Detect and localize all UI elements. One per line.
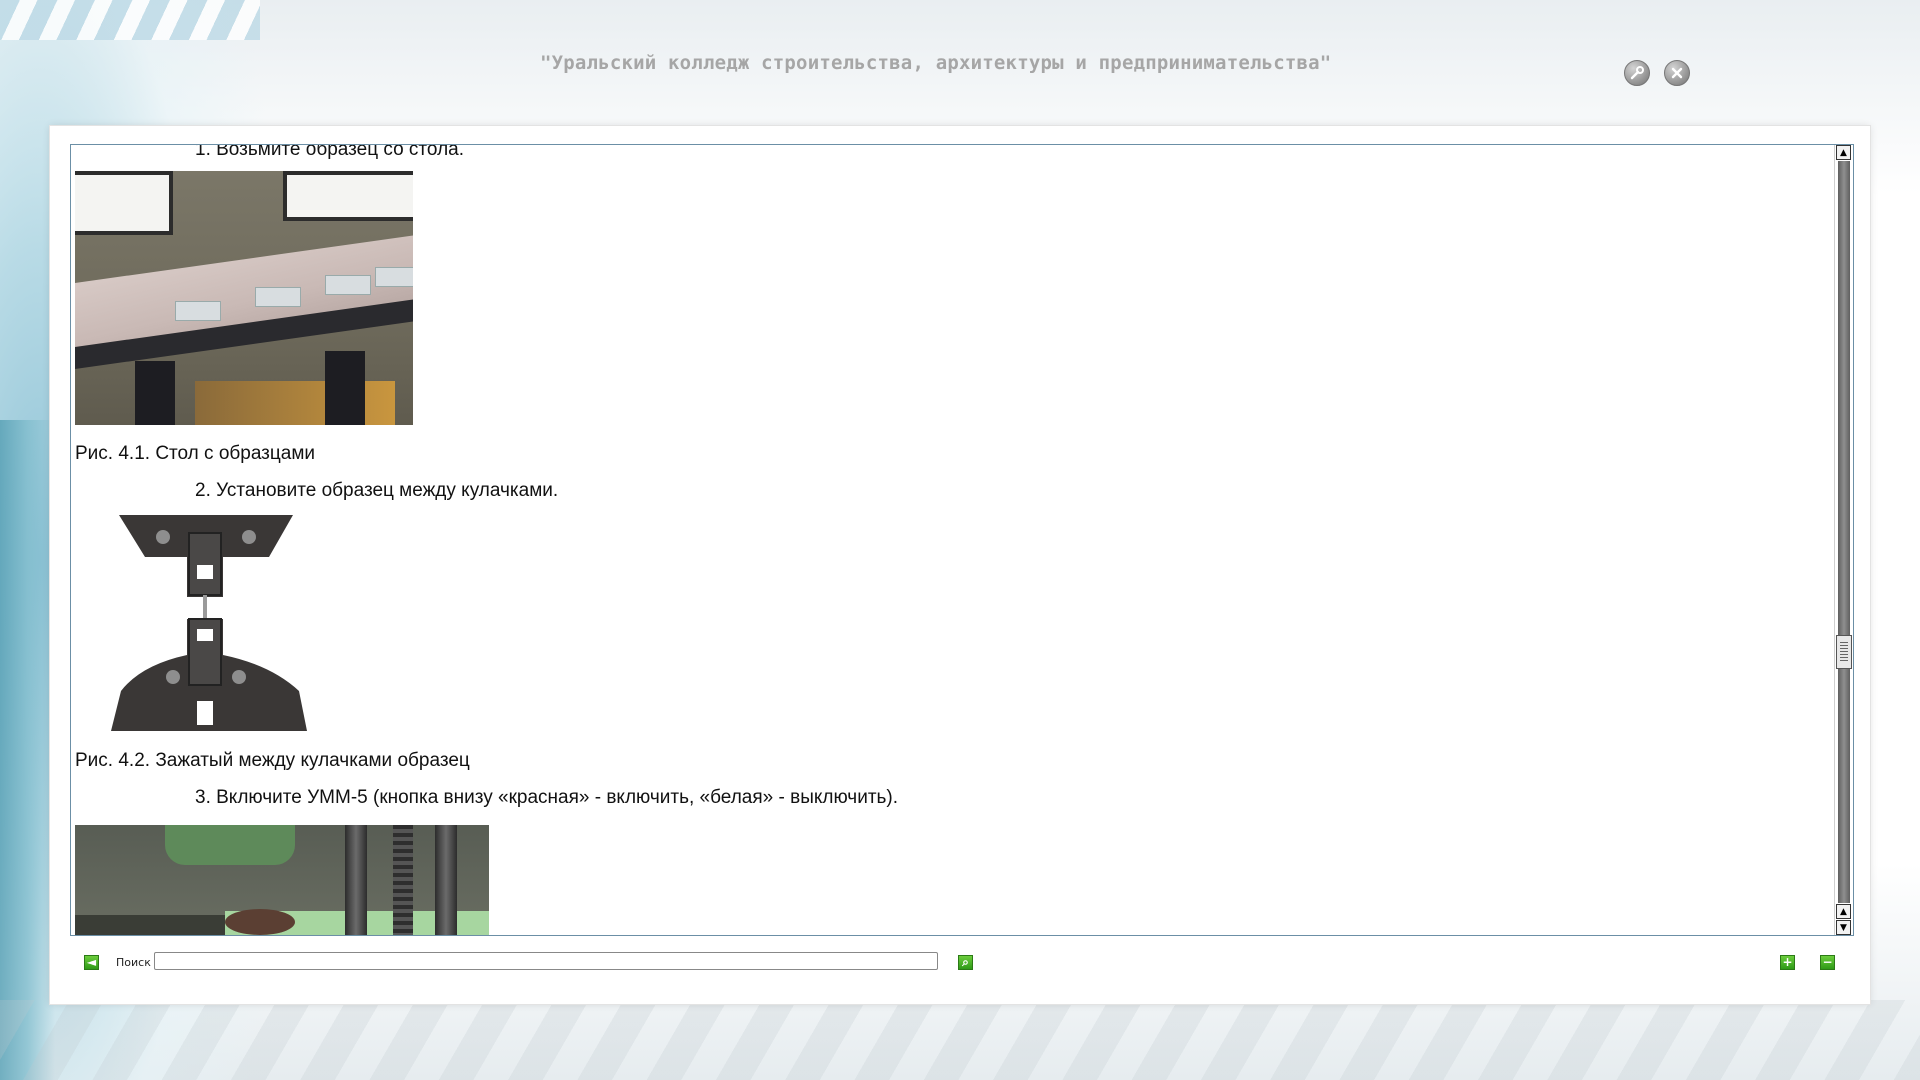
search-label: Поиск (116, 956, 151, 969)
figure-caption-1: Рис. 4.1. Стол с образцами (75, 443, 316, 464)
step-2-text: 2. Установите образец между кулачками. (195, 480, 559, 501)
decorative-stripes (0, 0, 260, 40)
arrow-left-icon: ◄ (86, 955, 97, 969)
settings-button[interactable] (1624, 60, 1650, 86)
back-button[interactable]: ◄ (84, 955, 99, 970)
close-button[interactable] (1664, 60, 1690, 86)
decorative-background (10, 40, 170, 130)
scroll-up-lower-button[interactable]: ▲ (1836, 904, 1851, 919)
wrench-icon (1630, 66, 1644, 80)
vertical-scrollbar[interactable]: ▲ ▲ ▼ (1834, 145, 1853, 935)
scroll-track[interactable] (1838, 161, 1850, 903)
figure-testing-machine (75, 825, 489, 935)
figure-clamped-sample (111, 515, 307, 731)
search-input[interactable] (154, 952, 938, 970)
step-1-text: 1. Возьмите образец со стола. (195, 145, 464, 160)
zoom-in-button[interactable]: + (1780, 955, 1795, 970)
document-viewer[interactable]: 1. Возьмите образец со стола. Рис. 4.1. … (70, 144, 1854, 936)
page-title: "Уральский колледж строительства, архите… (540, 52, 1332, 74)
figure-table-with-samples (75, 171, 413, 425)
scroll-down-button[interactable]: ▼ (1836, 920, 1851, 935)
content-panel: 1. Возьмите образец со стола. Рис. 4.1. … (50, 126, 1870, 1004)
minus-icon: − (1822, 955, 1833, 969)
scroll-up-button[interactable]: ▲ (1836, 145, 1851, 160)
zoom-out-button[interactable]: − (1820, 955, 1835, 970)
close-icon (1671, 67, 1683, 79)
plus-icon: + (1782, 955, 1793, 969)
document-content: 1. Возьмите образец со стола. Рис. 4.1. … (71, 145, 1833, 935)
figure-caption-2: Рис. 4.2. Зажатый между кулачками образе… (75, 750, 470, 771)
step-3-text: 3. Включите УММ-5 (кнопка внизу «красная… (195, 787, 899, 808)
decorative-bottom-stripes (0, 1000, 1920, 1080)
decorative-side-graphic (0, 420, 55, 1080)
search-icon: ⌕ (962, 955, 969, 969)
scroll-thumb[interactable] (1836, 635, 1852, 669)
search-button[interactable]: ⌕ (958, 955, 973, 970)
